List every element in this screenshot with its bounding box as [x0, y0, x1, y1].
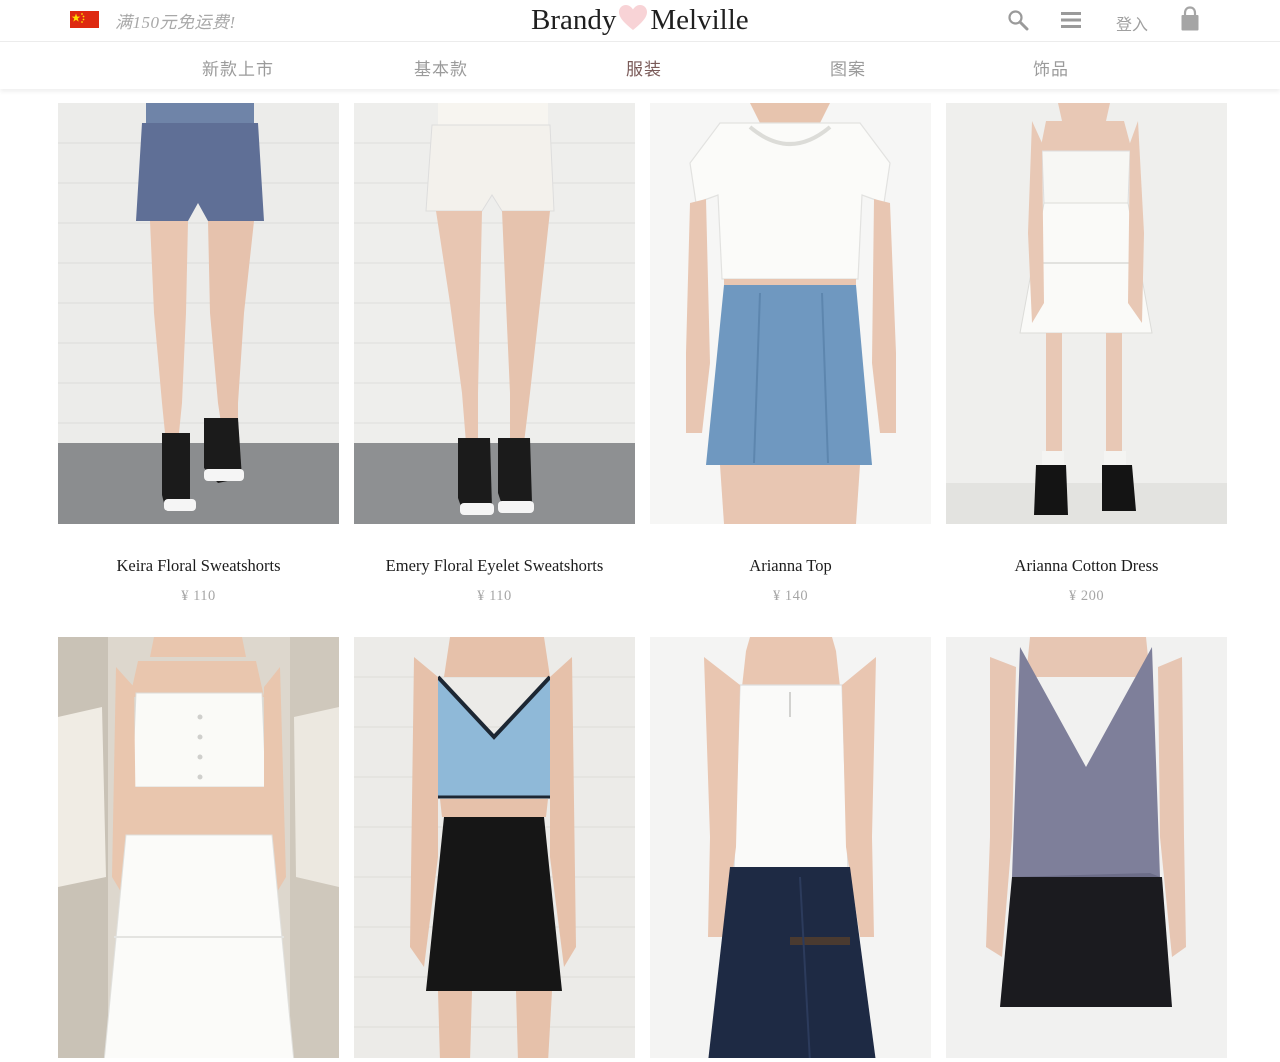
search-button[interactable] [1006, 8, 1030, 32]
product-name[interactable]: Arianna Cotton Dress [946, 556, 1227, 576]
product-image[interactable] [354, 637, 635, 1058]
product-image[interactable] [650, 637, 931, 1058]
brand-name-left: Brandy [531, 3, 617, 36]
product-image[interactable] [946, 103, 1227, 524]
product-image[interactable] [58, 637, 339, 1058]
product-price: ¥ 200 [1068, 588, 1105, 604]
product-price: ¥ 110 [181, 588, 216, 604]
flag-icon[interactable] [70, 11, 99, 28]
product-price: ¥ 140 [772, 588, 809, 604]
search-icon [1008, 10, 1029, 31]
product-image[interactable] [58, 103, 339, 524]
menu-icon [1061, 12, 1081, 28]
nav-item-accessories[interactable]: 饰品 [1033, 55, 1069, 80]
menu-button[interactable] [1059, 8, 1083, 32]
heart-icon [619, 5, 648, 30]
top-header: 满150元免运费! Brandy Melville 登入 [0, 0, 1280, 40]
product-price: ¥ 110 [477, 588, 512, 604]
product-image[interactable] [650, 103, 931, 524]
nav-item-graphics[interactable]: 图案 [830, 55, 866, 80]
nav-item-clothing[interactable]: 服装 [626, 55, 662, 80]
nav-item-basics[interactable]: 基本款 [414, 55, 468, 80]
product-image[interactable] [354, 103, 635, 524]
shopping-bag-icon [1181, 6, 1199, 31]
free-shipping-promo: 满150元免运费! [115, 13, 236, 32]
brand-name-right: Melville [650, 3, 749, 36]
product-name[interactable]: Emery Floral Eyelet Sweatshorts [354, 556, 635, 576]
product-name[interactable]: Arianna Top [650, 556, 931, 576]
brand-logo[interactable]: Brandy Melville [531, 0, 749, 40]
product-name[interactable]: Keira Floral Sweatshorts [58, 556, 339, 576]
shopping-bag-button[interactable] [1178, 6, 1202, 31]
category-nav: 新款上市 基本款 服装 图案 饰品 [0, 41, 1280, 89]
nav-item-new-arrivals[interactable]: 新款上市 [202, 55, 274, 80]
login-link[interactable]: 登入 [1116, 11, 1148, 35]
product-image[interactable] [946, 637, 1227, 1058]
